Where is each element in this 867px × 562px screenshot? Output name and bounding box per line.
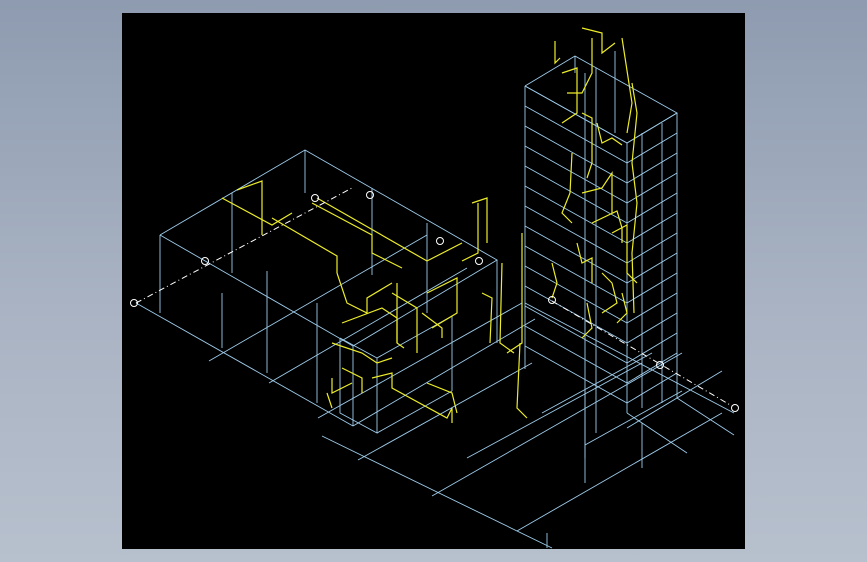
tower-floor-line xyxy=(524,225,678,284)
tower-base-grid xyxy=(524,302,735,454)
tower-floor-line xyxy=(524,105,678,164)
tower-floor-lines xyxy=(524,85,678,404)
tower-floor-line xyxy=(524,325,678,384)
tower-floor-line xyxy=(524,185,678,244)
tower-floor-line xyxy=(524,245,678,304)
building-grid-tower xyxy=(524,51,678,458)
tower-floor-line xyxy=(524,345,678,404)
tower-floor-line xyxy=(524,205,678,264)
tower-floor-line xyxy=(524,125,678,184)
tower-floor-line xyxy=(524,165,678,224)
tower-floor-line xyxy=(524,145,678,204)
tower-floor-line xyxy=(524,265,678,324)
cad-viewport[interactable] xyxy=(122,13,745,549)
tower-floor-line xyxy=(524,85,678,144)
piping-network xyxy=(221,27,638,423)
isometric-piping-drawing xyxy=(130,27,739,549)
